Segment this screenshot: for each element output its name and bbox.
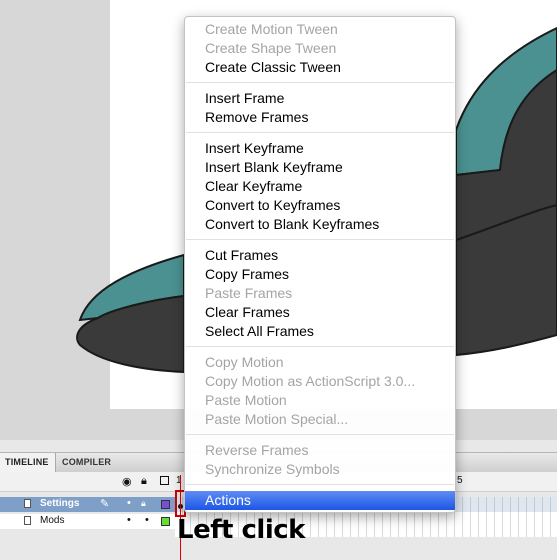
pencil-icon: ✎ bbox=[100, 498, 110, 510]
layer-name: Mods bbox=[40, 515, 65, 526]
menu-separator bbox=[186, 239, 454, 240]
context-menu: Create Motion Tween Create Shape Tween Cre… bbox=[184, 16, 456, 513]
visibility-dot[interactable]: • bbox=[127, 497, 131, 509]
tab-compiler-errors[interactable]: COMPILER ERRORS bbox=[57, 453, 157, 486]
menu-item-create-shape-tween: Create Shape Tween bbox=[205, 40, 337, 56]
menu-item-insert-frame[interactable]: Insert Frame bbox=[185, 89, 455, 108]
menu-separator bbox=[186, 346, 454, 347]
lock-icon[interactable]: 🔒︎ bbox=[141, 498, 146, 509]
frame-number: 5 bbox=[457, 475, 463, 486]
menu-item-copy-frames[interactable]: Copy Frames bbox=[185, 265, 455, 284]
layer-icon bbox=[24, 516, 31, 525]
menu-separator bbox=[186, 434, 454, 435]
menu-item-paste-motion-special: Paste Motion Special... bbox=[205, 411, 349, 427]
menu-separator bbox=[186, 82, 454, 83]
menu-separator bbox=[186, 484, 454, 485]
left-click-annotation: Left click bbox=[177, 515, 305, 545]
menu-item-insert-blank-keyframe[interactable]: Insert Blank Keyframe bbox=[185, 158, 455, 177]
menu-item-actions[interactable]: Actions bbox=[185, 491, 455, 510]
layer-name: Settings bbox=[40, 498, 80, 509]
menu-item-clear-frames[interactable]: Clear Frames bbox=[185, 303, 455, 322]
menu-item-copy-motion: Copy Motion bbox=[205, 354, 284, 370]
lock-dot[interactable]: • bbox=[145, 514, 149, 526]
menu-item-convert-to-blank-keyframes[interactable]: Convert to Blank Keyframes bbox=[185, 215, 455, 234]
tab-timeline[interactable]: TIMELINE bbox=[0, 453, 56, 472]
menu-separator bbox=[186, 132, 454, 133]
layer-icon bbox=[24, 499, 31, 508]
layer-row-mods[interactable]: Mods • • bbox=[0, 514, 175, 529]
menu-item-reverse-frames: Reverse Frames bbox=[205, 442, 309, 458]
menu-item-synchronize-symbols: Synchronize Symbols bbox=[205, 461, 340, 477]
lock-icon[interactable]: 🔒︎ bbox=[141, 475, 147, 488]
menu-item-cut-frames[interactable]: Cut Frames bbox=[185, 246, 455, 265]
menu-item-clear-keyframe[interactable]: Clear Keyframe bbox=[185, 177, 455, 196]
outline-icon[interactable] bbox=[160, 476, 169, 485]
menu-item-paste-motion: Paste Motion bbox=[205, 392, 287, 408]
eye-icon[interactable]: ◉ bbox=[122, 475, 132, 488]
menu-item-create-motion-tween: Create Motion Tween bbox=[205, 21, 338, 37]
visibility-dot[interactable]: • bbox=[127, 514, 131, 526]
menu-item-convert-to-keyframes[interactable]: Convert to Keyframes bbox=[185, 196, 455, 215]
layer-row-settings[interactable]: Settings ✎ • 🔒︎ bbox=[0, 497, 175, 512]
layer-color-swatch[interactable] bbox=[161, 517, 170, 526]
menu-item-select-all-frames[interactable]: Select All Frames bbox=[185, 322, 455, 341]
menu-item-paste-frames: Paste Frames bbox=[205, 285, 293, 301]
menu-item-copy-motion-as-actionscript-3-0: Copy Motion as ActionScript 3.0... bbox=[205, 373, 416, 389]
menu-item-insert-keyframe[interactable]: Insert Keyframe bbox=[185, 139, 455, 158]
layer-color-swatch[interactable] bbox=[161, 500, 170, 509]
menu-item-create-classic-tween[interactable]: Create Classic Tween bbox=[185, 58, 455, 77]
menu-item-remove-frames[interactable]: Remove Frames bbox=[185, 108, 455, 127]
